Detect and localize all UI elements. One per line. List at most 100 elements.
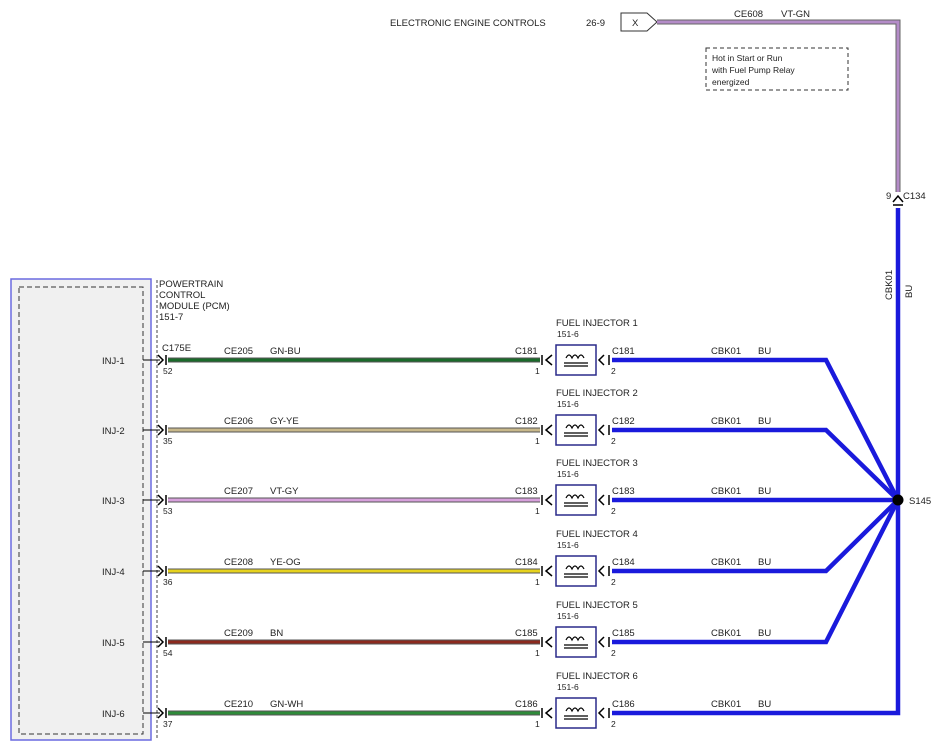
- splice-s145: [892, 494, 904, 506]
- wire-cbk01-branch: [612, 498, 900, 574]
- wire-circuit-label: CE206: [224, 416, 253, 427]
- out-color-label: BU: [758, 416, 771, 427]
- injector-connector-left: C185: [515, 628, 538, 639]
- c134-connector-symbol: [892, 194, 904, 203]
- top-circuit-label: CE608: [734, 9, 763, 20]
- wire-color-label: BN: [270, 628, 283, 639]
- injector-connector-chevron-right: [597, 707, 605, 719]
- injector-name: FUEL INJECTOR 1: [556, 318, 638, 329]
- injector-ref: 151-6: [557, 611, 579, 621]
- wire-color-label: VT-GY: [270, 486, 299, 497]
- note-line-2: with Fuel Pump Relay: [711, 65, 795, 75]
- pcm-pin-label: INJ-4: [102, 567, 125, 578]
- injector-pin-1: 1: [535, 366, 540, 376]
- pcm-pin-label: INJ-2: [102, 426, 125, 437]
- injector-connector-right: C182: [612, 416, 635, 427]
- injector-name: FUEL INJECTOR 3: [556, 458, 638, 469]
- connector-x-label: X: [632, 18, 639, 29]
- target-label: ELECTRONIC ENGINE CONTROLS: [390, 18, 546, 29]
- injector-connector-right: C186: [612, 699, 635, 710]
- injector-name: FUEL INJECTOR 6: [556, 671, 638, 682]
- out-circuit-label: CBK01: [711, 699, 741, 710]
- injector-pin-1: 1: [535, 436, 540, 446]
- injector-connector-chevron-right: [597, 565, 605, 577]
- wire-color-label: YE-OG: [270, 557, 301, 568]
- pcm-pin-label: INJ-6: [102, 709, 125, 720]
- out-color-label: BU: [758, 628, 771, 639]
- out-color-label: BU: [758, 699, 771, 710]
- c134-name: C134: [903, 191, 926, 202]
- pcm-pin-number: 37: [163, 719, 173, 729]
- bus-color-label: BU: [904, 285, 915, 298]
- wire-color-label: GN-BU: [270, 346, 301, 357]
- injector-box: [555, 414, 597, 446]
- pcm-connector-name: C175E: [162, 343, 191, 354]
- wiring-diagram: ELECTRONIC ENGINE CONTROLS 26-9 X CE608 …: [10, 9, 931, 741]
- pcm-pin-label: INJ-5: [102, 638, 125, 649]
- injector-name: FUEL INJECTOR 2: [556, 388, 638, 399]
- wire-color-label: GY-YE: [270, 416, 299, 427]
- injector-box: [555, 626, 597, 658]
- wire-circuit-label: CE205: [224, 346, 253, 357]
- c134-pin: 9: [886, 191, 891, 202]
- injector-connector-chevron-right: [597, 494, 605, 506]
- out-circuit-label: CBK01: [711, 486, 741, 497]
- pcm-title-2: CONTROL: [159, 290, 205, 301]
- injector-connector-chevron-left: [544, 494, 553, 506]
- out-color-label: BU: [758, 346, 771, 357]
- splice-label: S145: [909, 496, 931, 507]
- injector-ref: 151-6: [557, 540, 579, 550]
- injector-connector-right: C184: [612, 557, 635, 568]
- injector-pin-2: 2: [611, 719, 616, 729]
- out-circuit-label: CBK01: [711, 416, 741, 427]
- out-color-label: BU: [758, 557, 771, 568]
- pcm-pin-number: 53: [163, 506, 173, 516]
- injector-connector-chevron-right: [597, 424, 605, 436]
- wire-circuit-label: CE210: [224, 699, 253, 710]
- injector-connector-right: C181: [612, 346, 635, 357]
- wire-cbk01-branch: [612, 427, 900, 502]
- injector-connector-left: C184: [515, 557, 538, 568]
- pcm-pin-label: INJ-3: [102, 496, 125, 507]
- wire-circuit-label: CE209: [224, 628, 253, 639]
- injector-pin-2: 2: [611, 366, 616, 376]
- injector-connector-left: C186: [515, 699, 538, 710]
- injector-pin-1: 1: [535, 648, 540, 658]
- note-line-1: Hot in Start or Run: [712, 53, 783, 63]
- pcm-pin-number: 54: [163, 648, 173, 658]
- pcm-outer-box: [10, 278, 152, 741]
- injector-connector-left: C182: [515, 416, 538, 427]
- injector-ref: 151-6: [557, 469, 579, 479]
- wire-circuit-label: CE208: [224, 557, 253, 568]
- injector-connector-chevron-right: [597, 636, 605, 648]
- injector-box: [555, 555, 597, 587]
- injector-pin-1: 1: [535, 506, 540, 516]
- injector-connector-left: C181: [515, 346, 538, 357]
- pcm-pin-label: INJ-1: [102, 356, 125, 367]
- injector-pin-2: 2: [611, 577, 616, 587]
- injector-ref: 151-6: [557, 399, 579, 409]
- pcm-title-1: POWERTRAIN: [159, 279, 223, 290]
- injector-name: FUEL INJECTOR 5: [556, 600, 638, 611]
- injector-connector-right: C183: [612, 486, 635, 497]
- injector-connector-chevron-left: [544, 707, 553, 719]
- injector-pin-2: 2: [611, 506, 616, 516]
- injector-connector-left: C183: [515, 486, 538, 497]
- injector-connector-right: C185: [612, 628, 635, 639]
- pcm-pin-number: 35: [163, 436, 173, 446]
- injector-connector-chevron-right: [597, 354, 605, 366]
- target-ref: 26-9: [586, 18, 605, 29]
- injector-box: [555, 484, 597, 516]
- pcm-title-3: MODULE (PCM): [159, 301, 230, 312]
- bus-circuit-label: CBK01: [884, 270, 895, 300]
- injector-pin-1: 1: [535, 719, 540, 729]
- note-line-3: energized: [712, 77, 750, 87]
- pcm-ref: 151-7: [159, 312, 183, 323]
- top-color-label: VT-GN: [781, 9, 810, 20]
- out-circuit-label: CBK01: [711, 628, 741, 639]
- injector-connector-chevron-left: [544, 424, 553, 436]
- out-circuit-label: CBK01: [711, 557, 741, 568]
- injector-connector-chevron-left: [544, 354, 553, 366]
- wire-circuit-label: CE207: [224, 486, 253, 497]
- injector-ref: 151-6: [557, 682, 579, 692]
